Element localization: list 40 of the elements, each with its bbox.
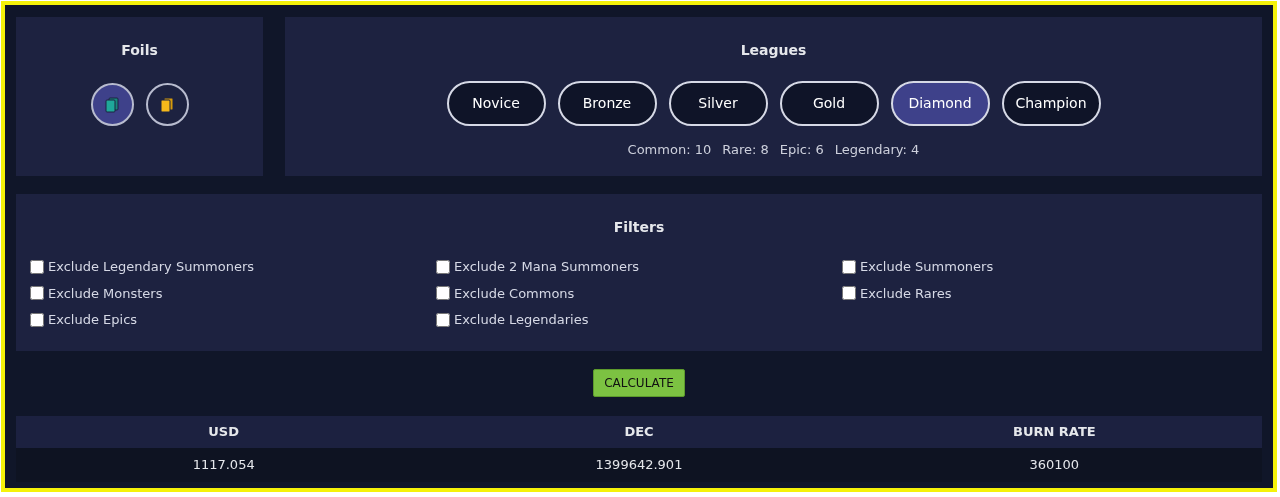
checkbox[interactable] [30,259,44,274]
rarity-count: Common: 10 [627,141,712,159]
rarity-count: Epic: 6 [779,141,824,159]
calculate-button[interactable]: CALCULATE [593,369,685,397]
filter-label: Exclude Legendary Summoners [48,258,255,276]
checkbox[interactable] [30,312,44,327]
league-button[interactable]: Diamond [890,81,990,126]
panel-title: Leagues [740,41,807,60]
filter-label: Exclude 2 Mana Summoners [454,258,640,276]
column-header: USD [207,423,240,442]
league-button[interactable]: Champion [1001,81,1101,126]
table-cell-text: 1117.054 [191,456,256,475]
rarity-count: Legendary: 4 [834,141,920,159]
column-header: DEC [623,423,655,442]
league-button[interactable]: Silver [668,81,768,126]
table-cell-text: 1399642.901 [594,456,684,475]
cards-icon [105,96,119,113]
filter-label: Exclude Epics [48,311,138,329]
filter-label: Exclude Monsters [48,284,163,303]
league-button[interactable]: Gold [779,81,879,126]
rarity-count: Rare: 8 [722,141,769,159]
cards-icon [160,96,174,113]
filter-label: Exclude Commons [454,284,575,303]
checkbox[interactable] [436,286,450,301]
panel-title: Filters [612,218,666,237]
panel-title: Foils [121,41,158,60]
checkbox[interactable] [436,312,450,327]
checkbox[interactable] [842,259,856,274]
league-button[interactable]: Novice [446,81,546,126]
filter-label: Exclude Legendaries [454,311,589,329]
league-button[interactable]: Bronze [557,81,657,126]
checkbox[interactable] [842,286,856,301]
filter-label: Exclude Rares [860,284,952,303]
foil-toggle[interactable] [145,83,189,126]
column-header: BURN RATE [1011,423,1097,442]
table-cell-text: 360100 [1028,456,1081,475]
foil-toggle[interactable] [90,83,134,126]
checkbox[interactable] [436,259,450,274]
filter-label: Exclude Summoners [860,258,994,276]
checkbox[interactable] [30,286,44,301]
